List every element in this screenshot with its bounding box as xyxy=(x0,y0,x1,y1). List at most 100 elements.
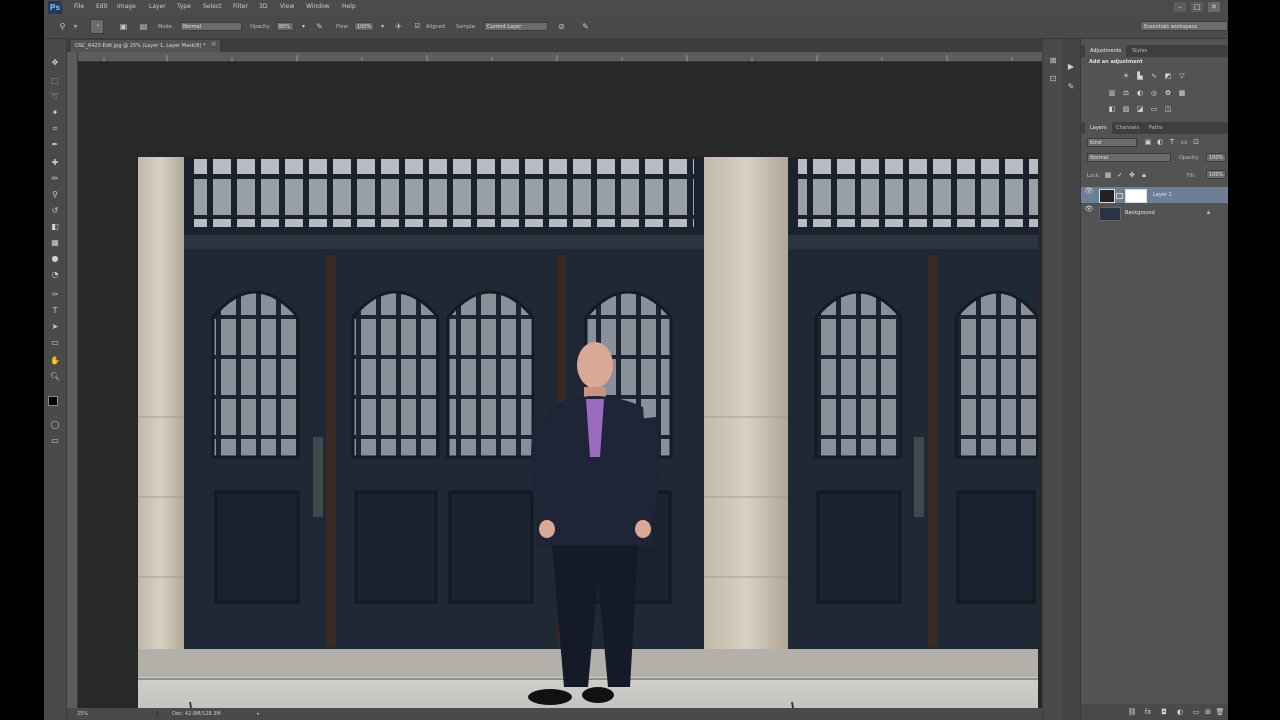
blend-mode-select[interactable]: Normal xyxy=(1087,153,1171,162)
clone-source-icon[interactable]: ▤ xyxy=(138,21,149,32)
history-brush-tool-icon[interactable]: ↺ xyxy=(49,205,61,217)
selective-color-icon[interactable]: ◫ xyxy=(1163,105,1173,114)
close-icon[interactable]: ✕ xyxy=(1208,2,1220,12)
new-adjustment-layer-icon[interactable]: ◐ xyxy=(1175,708,1185,717)
filter-shape-icon[interactable]: ▭ xyxy=(1179,138,1189,147)
pen-tool-icon[interactable]: ✑ xyxy=(49,289,61,301)
lasso-tool-icon[interactable]: ➰ xyxy=(49,91,61,103)
type-tool-icon[interactable]: T xyxy=(49,305,61,317)
flow-field[interactable]: 100% xyxy=(354,22,374,31)
document-tab[interactable]: DSC_6423-Edit.jpg @ 25% (Layer 1, Layer … xyxy=(71,40,220,52)
new-layer-icon[interactable]: ⊞ xyxy=(1203,708,1213,717)
actions-panel-icon[interactable]: ▶ xyxy=(1065,61,1077,73)
menu-layer[interactable]: Layer xyxy=(149,3,166,10)
exposure-icon[interactable]: ◩ xyxy=(1163,72,1173,81)
path-selection-tool-icon[interactable]: ➤ xyxy=(49,321,61,333)
aligned-checkbox[interactable]: ☑ xyxy=(412,21,423,32)
vibrance-icon[interactable]: ▽ xyxy=(1177,72,1187,81)
menu-type[interactable]: Type xyxy=(177,3,191,10)
brightness-contrast-icon[interactable]: ☀ xyxy=(1121,72,1131,81)
tab-paths[interactable]: Paths xyxy=(1144,122,1168,134)
status-menu-arrow-icon[interactable]: ▸ xyxy=(257,708,260,720)
brush-size-picker[interactable]: • xyxy=(90,19,104,34)
history-panel-icon[interactable]: ⊠ xyxy=(1047,55,1059,67)
menu-filter[interactable]: Filter xyxy=(233,3,248,10)
shape-tool-icon[interactable]: ▭ xyxy=(49,337,61,349)
clone-stamp-tool-icon[interactable]: ⚲ xyxy=(57,21,68,32)
pressure-opacity-icon[interactable]: ✎ xyxy=(314,21,325,32)
eyedropper-tool-icon[interactable]: ✒ xyxy=(49,139,61,151)
lock-transparent-icon[interactable]: ▦ xyxy=(1103,171,1113,180)
menu-view[interactable]: View xyxy=(280,3,294,10)
move-tool-icon[interactable]: ✥ xyxy=(49,57,61,69)
mode-select[interactable]: Normal xyxy=(180,22,242,31)
layer-style-icon[interactable]: fx xyxy=(1143,708,1153,717)
layer-row-layer-1[interactable]: 👁︎ Layer 1 xyxy=(1081,187,1228,203)
hue-saturation-icon[interactable]: ▥ xyxy=(1107,89,1117,98)
visibility-eye-icon[interactable]: 👁︎ xyxy=(1084,205,1094,213)
posterize-icon[interactable]: ▨ xyxy=(1121,105,1131,114)
visibility-eye-icon[interactable]: 👁︎ xyxy=(1084,187,1094,195)
levels-icon[interactable]: ▙ xyxy=(1135,72,1145,81)
dodge-tool-icon[interactable]: ◔ xyxy=(49,269,61,281)
black-white-icon[interactable]: ◐ xyxy=(1135,89,1145,98)
dropdown-arrow-icon[interactable]: ▾ xyxy=(298,21,309,32)
hand-tool-icon[interactable]: ✋ xyxy=(49,355,61,367)
crop-tool-icon[interactable]: ⌗ xyxy=(49,123,61,135)
brush-tool-icon[interactable]: ✏ xyxy=(49,173,61,185)
photo-canvas[interactable] xyxy=(138,157,1038,720)
menu-edit[interactable]: Edit xyxy=(96,3,108,10)
foreground-color-swatch[interactable] xyxy=(48,396,58,406)
screen-mode-icon[interactable]: ▭ xyxy=(49,435,61,447)
delete-layer-icon[interactable]: 🗑︎ xyxy=(1215,708,1225,717)
layer-kind-filter[interactable]: Kind xyxy=(1087,138,1137,147)
dropdown-arrow-icon[interactable]: ▾ xyxy=(70,21,81,32)
gradient-map-icon[interactable]: ▭ xyxy=(1149,105,1159,114)
channel-mixer-icon[interactable]: ✿ xyxy=(1163,89,1173,98)
menu-help[interactable]: Help xyxy=(342,3,356,10)
eraser-tool-icon[interactable]: ◧ xyxy=(49,221,61,233)
sample-select[interactable]: Current Layer xyxy=(484,22,548,31)
brush-panel-icon[interactable]: ▣ xyxy=(118,21,129,32)
mask-link-icon[interactable] xyxy=(1116,193,1123,199)
dropdown-arrow-icon[interactable]: ▾ xyxy=(377,21,388,32)
menu-image[interactable]: Image xyxy=(117,3,136,10)
lock-position-icon[interactable]: ✥ xyxy=(1127,171,1137,180)
canvas-area[interactable] xyxy=(78,62,1042,720)
zoom-level[interactable]: 25% xyxy=(77,708,88,720)
opacity-field[interactable]: 80% xyxy=(276,22,294,31)
color-lookup-icon[interactable]: ▦ xyxy=(1177,89,1187,98)
tab-channels[interactable]: Channels xyxy=(1111,122,1144,134)
clone-stamp-tool-icon[interactable]: ⚲ xyxy=(49,189,61,201)
menu-3d[interactable]: 3D xyxy=(259,3,267,10)
airbrush-icon[interactable]: ✈ xyxy=(393,21,404,32)
new-group-icon[interactable]: ▭ xyxy=(1191,708,1201,717)
menu-file[interactable]: File xyxy=(74,3,84,10)
filter-adjustment-icon[interactable]: ◐ xyxy=(1155,138,1165,147)
minimize-icon[interactable]: – xyxy=(1174,2,1186,12)
filter-smart-icon[interactable]: ⊡ xyxy=(1191,138,1201,147)
lock-all-icon[interactable]: 🔒︎ xyxy=(1139,171,1149,180)
tab-layers[interactable]: Layers xyxy=(1085,122,1112,134)
pressure-size-icon[interactable]: ✎ xyxy=(580,21,591,32)
quick-select-tool-icon[interactable]: ✦ xyxy=(49,107,61,119)
quick-mask-icon[interactable]: ◯ xyxy=(49,419,61,431)
curves-icon[interactable]: ∿ xyxy=(1149,72,1159,81)
ignore-adjustment-layers-icon[interactable]: ⊘ xyxy=(556,21,567,32)
close-tab-icon[interactable]: × xyxy=(211,40,217,48)
color-balance-icon[interactable]: ⚖ xyxy=(1121,89,1131,98)
tab-adjustments[interactable]: Adjustments xyxy=(1085,45,1127,57)
blur-tool-icon[interactable]: ● xyxy=(49,253,61,265)
filter-type-icon[interactable]: T xyxy=(1167,138,1177,147)
add-mask-icon[interactable]: ◘ xyxy=(1159,708,1169,717)
maximize-icon[interactable]: □ xyxy=(1191,2,1203,12)
link-layers-icon[interactable]: ⛓ xyxy=(1127,708,1137,717)
tab-styles[interactable]: Styles xyxy=(1127,45,1152,57)
menu-window[interactable]: Window xyxy=(306,3,330,10)
fill-field[interactable]: 100% xyxy=(1206,170,1226,179)
workspace-select[interactable]: Essentials workspace xyxy=(1140,21,1228,31)
layer-mask-thumbnail[interactable] xyxy=(1125,189,1147,203)
zoom-tool-icon[interactable]: 🔍︎ xyxy=(49,371,61,383)
marquee-tool-icon[interactable]: ⬚ xyxy=(49,75,61,87)
filter-pixel-icon[interactable]: ▣ xyxy=(1143,138,1153,147)
